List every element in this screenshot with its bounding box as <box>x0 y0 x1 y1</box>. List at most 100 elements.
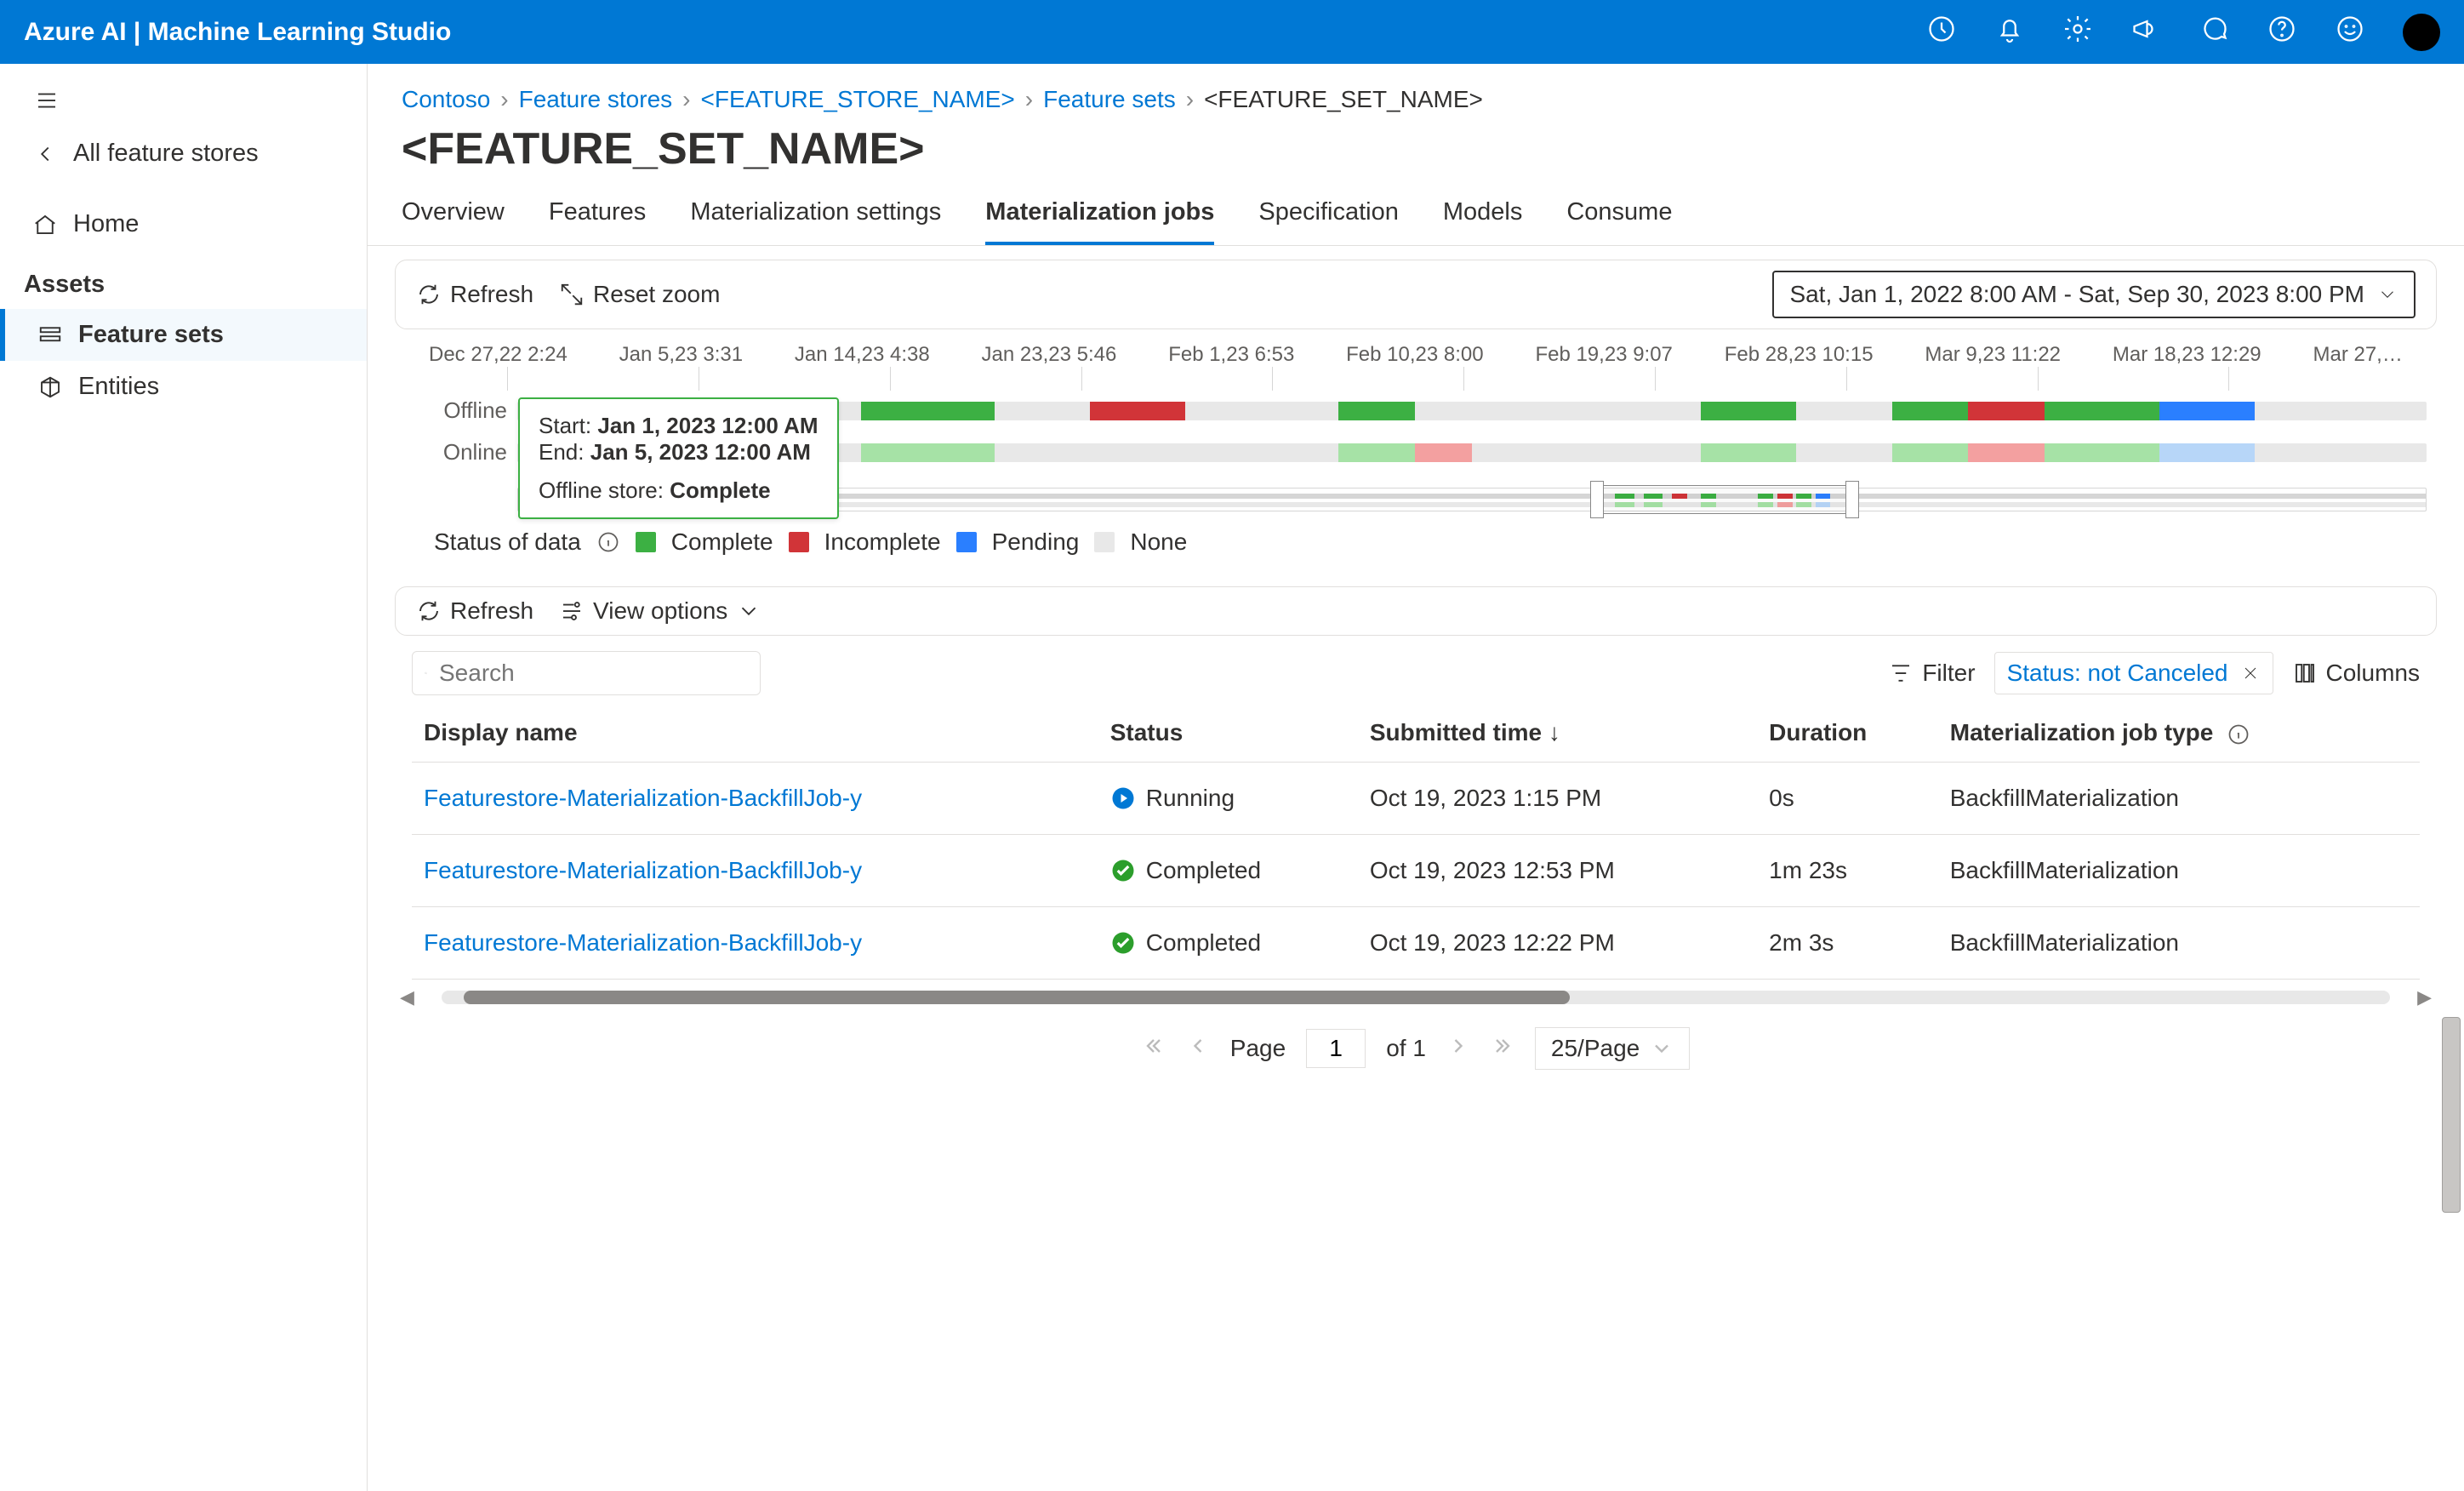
col-duration[interactable]: Duration <box>1757 704 1938 763</box>
pager-page-label: Page <box>1230 1035 1286 1062</box>
tick-label: Feb 19,23 9:07 <box>1535 343 1672 367</box>
columns-button[interactable]: Columns <box>2292 660 2420 687</box>
filter-chip-label: Status: not Canceled <box>2007 660 2228 687</box>
filter-button[interactable]: Filter <box>1888 660 1975 687</box>
sidebar-item-label: Entities <box>78 373 159 401</box>
tick-label: Feb 28,23 10:15 <box>1725 343 1874 367</box>
view-options-button[interactable]: View options <box>559 597 761 625</box>
search-field[interactable] <box>437 659 748 688</box>
timeline-panel: Refresh Reset zoom Sat, Jan 1, 2022 8:00… <box>395 260 2437 329</box>
filter-label: Filter <box>1922 660 1975 687</box>
pager-first-icon[interactable] <box>1142 1034 1166 1064</box>
view-options-label: View options <box>593 597 727 625</box>
pager-per-label: 25/Page <box>1551 1035 1640 1062</box>
tab-models[interactable]: Models <box>1443 191 1523 245</box>
timeline-tooltip: Start: Jan 1, 2023 12:00 AM End: Jan 5, … <box>518 397 839 519</box>
lane-online-label: Online <box>405 439 507 466</box>
tab-consume[interactable]: Consume <box>1566 191 1672 245</box>
close-icon[interactable] <box>2240 663 2261 683</box>
tick-label: Mar 18,23 12:29 <box>2113 343 2262 367</box>
legend-incomplete: Incomplete <box>824 528 941 556</box>
job-link[interactable]: Featurestore-Materialization-BackfillJob… <box>424 857 862 883</box>
crumb-contoso[interactable]: Contoso <box>402 86 490 113</box>
tab-specification[interactable]: Specification <box>1258 191 1398 245</box>
tick-label: Feb 10,23 8:00 <box>1346 343 1483 367</box>
job-link[interactable]: Featurestore-Materialization-BackfillJob… <box>424 785 862 811</box>
info-icon[interactable] <box>596 530 620 554</box>
tick-label: Jan 14,23 4:38 <box>795 343 930 367</box>
tooltip-end-value: Jan 5, 2023 12:00 AM <box>590 439 811 465</box>
pager-prev-icon[interactable] <box>1186 1034 1210 1064</box>
tab-materialization-settings[interactable]: Materialization settings <box>690 191 941 245</box>
bell-icon[interactable] <box>1994 14 2025 50</box>
topbar-actions <box>1926 14 2440 51</box>
list-area: Filter Status: not Canceled Columns <box>395 649 2437 1088</box>
tick-label: Jan 5,23 3:31 <box>619 343 743 367</box>
back-all-feature-stores[interactable]: All feature stores <box>0 128 367 180</box>
pager-last-icon[interactable] <box>1491 1034 1514 1064</box>
refresh-button[interactable]: Refresh <box>416 281 533 308</box>
columns-label: Columns <box>2326 660 2420 687</box>
tab-overview[interactable]: Overview <box>402 191 505 245</box>
breadcrumb: Contoso› Feature stores› <FEATURE_STORE_… <box>368 64 2464 113</box>
pager-per-page[interactable]: 25/Page <box>1535 1027 1690 1070</box>
list-refresh-button[interactable]: Refresh <box>416 597 533 625</box>
tooltip-end-label: End: <box>539 439 585 465</box>
col-jobtype[interactable]: Materialization job type <box>1938 704 2420 763</box>
page-title: <FEATURE_SET_NAME> <box>368 113 2464 183</box>
tabs: Overview Features Materialization settin… <box>368 183 2464 246</box>
col-submitted[interactable]: Submitted time ↓ <box>1358 704 1757 763</box>
crumb-feature-sets[interactable]: Feature sets <box>1043 86 1176 113</box>
date-range-text: Sat, Jan 1, 2022 8:00 AM - Sat, Sep 30, … <box>1789 281 2364 308</box>
table-row[interactable]: Featurestore-Materialization-BackfillJob… <box>412 835 2420 907</box>
sidebar-item-label: Feature sets <box>78 321 224 349</box>
topbar: Azure AI | Machine Learning Studio <box>0 0 2464 64</box>
home-label: Home <box>73 210 139 238</box>
job-link[interactable]: Featurestore-Materialization-BackfillJob… <box>424 929 862 956</box>
table-row[interactable]: Featurestore-Materialization-BackfillJob… <box>412 907 2420 980</box>
sidebar-item-feature-sets[interactable]: Feature sets <box>0 309 367 361</box>
pager-page-input[interactable] <box>1306 1029 1366 1068</box>
clock-icon[interactable] <box>1926 14 1957 50</box>
tooltip-start-value: Jan 1, 2023 12:00 AM <box>597 413 818 438</box>
pager-of: of 1 <box>1386 1035 1426 1062</box>
filter-chip-status[interactable]: Status: not Canceled <box>1994 652 2273 694</box>
search-input[interactable] <box>412 651 761 695</box>
list-refresh-label: Refresh <box>450 597 533 625</box>
hscroll-track[interactable] <box>442 991 2390 1004</box>
help-icon[interactable] <box>2267 14 2297 50</box>
reset-zoom-button[interactable]: Reset zoom <box>559 281 720 308</box>
col-status[interactable]: Status <box>1098 704 1358 763</box>
hscroll-left-icon[interactable]: ◀ <box>395 986 419 1008</box>
col-submitted-label: Submitted time <box>1370 719 1542 746</box>
table-row[interactable]: Featurestore-Materialization-BackfillJob… <box>412 763 2420 835</box>
tick-label: Feb 1,23 6:53 <box>1168 343 1294 367</box>
menu-icon[interactable] <box>34 93 60 118</box>
legend-none: None <box>1130 528 1187 556</box>
hscroll-thumb[interactable] <box>464 991 1570 1004</box>
tab-materialization-jobs[interactable]: Materialization jobs <box>985 191 1214 245</box>
megaphone-icon[interactable] <box>2130 14 2161 50</box>
crumb-store-name[interactable]: <FEATURE_STORE_NAME> <box>700 86 1014 113</box>
sidebar-home[interactable]: Home <box>0 198 367 250</box>
hscroll-right-icon[interactable]: ▶ <box>2412 986 2437 1008</box>
gear-icon[interactable] <box>2062 14 2093 50</box>
crumb-feature-stores[interactable]: Feature stores <box>519 86 673 113</box>
legend: Status of data Complete Incomplete Pendi… <box>405 511 2427 573</box>
refresh-label: Refresh <box>450 281 533 308</box>
tab-features[interactable]: Features <box>549 191 646 245</box>
timeline: Dec 27,22 2:24 Jan 5,23 3:31 Jan 14,23 4… <box>395 343 2437 573</box>
smile-icon[interactable] <box>2335 14 2365 50</box>
pager-next-icon[interactable] <box>1446 1034 1470 1064</box>
date-range-picker[interactable]: Sat, Jan 1, 2022 8:00 AM - Sat, Sep 30, … <box>1772 271 2416 318</box>
legend-pending: Pending <box>992 528 1080 556</box>
avatar[interactable] <box>2403 14 2440 51</box>
col-display-name[interactable]: Display name <box>412 704 1098 763</box>
tick-label: Mar 27,… <box>2313 343 2402 367</box>
status-cell: Running <box>1110 785 1346 812</box>
sidebar-item-entities[interactable]: Entities <box>0 361 367 413</box>
duration-cell: 2m 3s <box>1757 907 1938 980</box>
chat-icon[interactable] <box>2199 14 2229 50</box>
info-icon[interactable] <box>2227 723 2250 746</box>
vscroll-thumb[interactable] <box>2442 1017 2461 1213</box>
